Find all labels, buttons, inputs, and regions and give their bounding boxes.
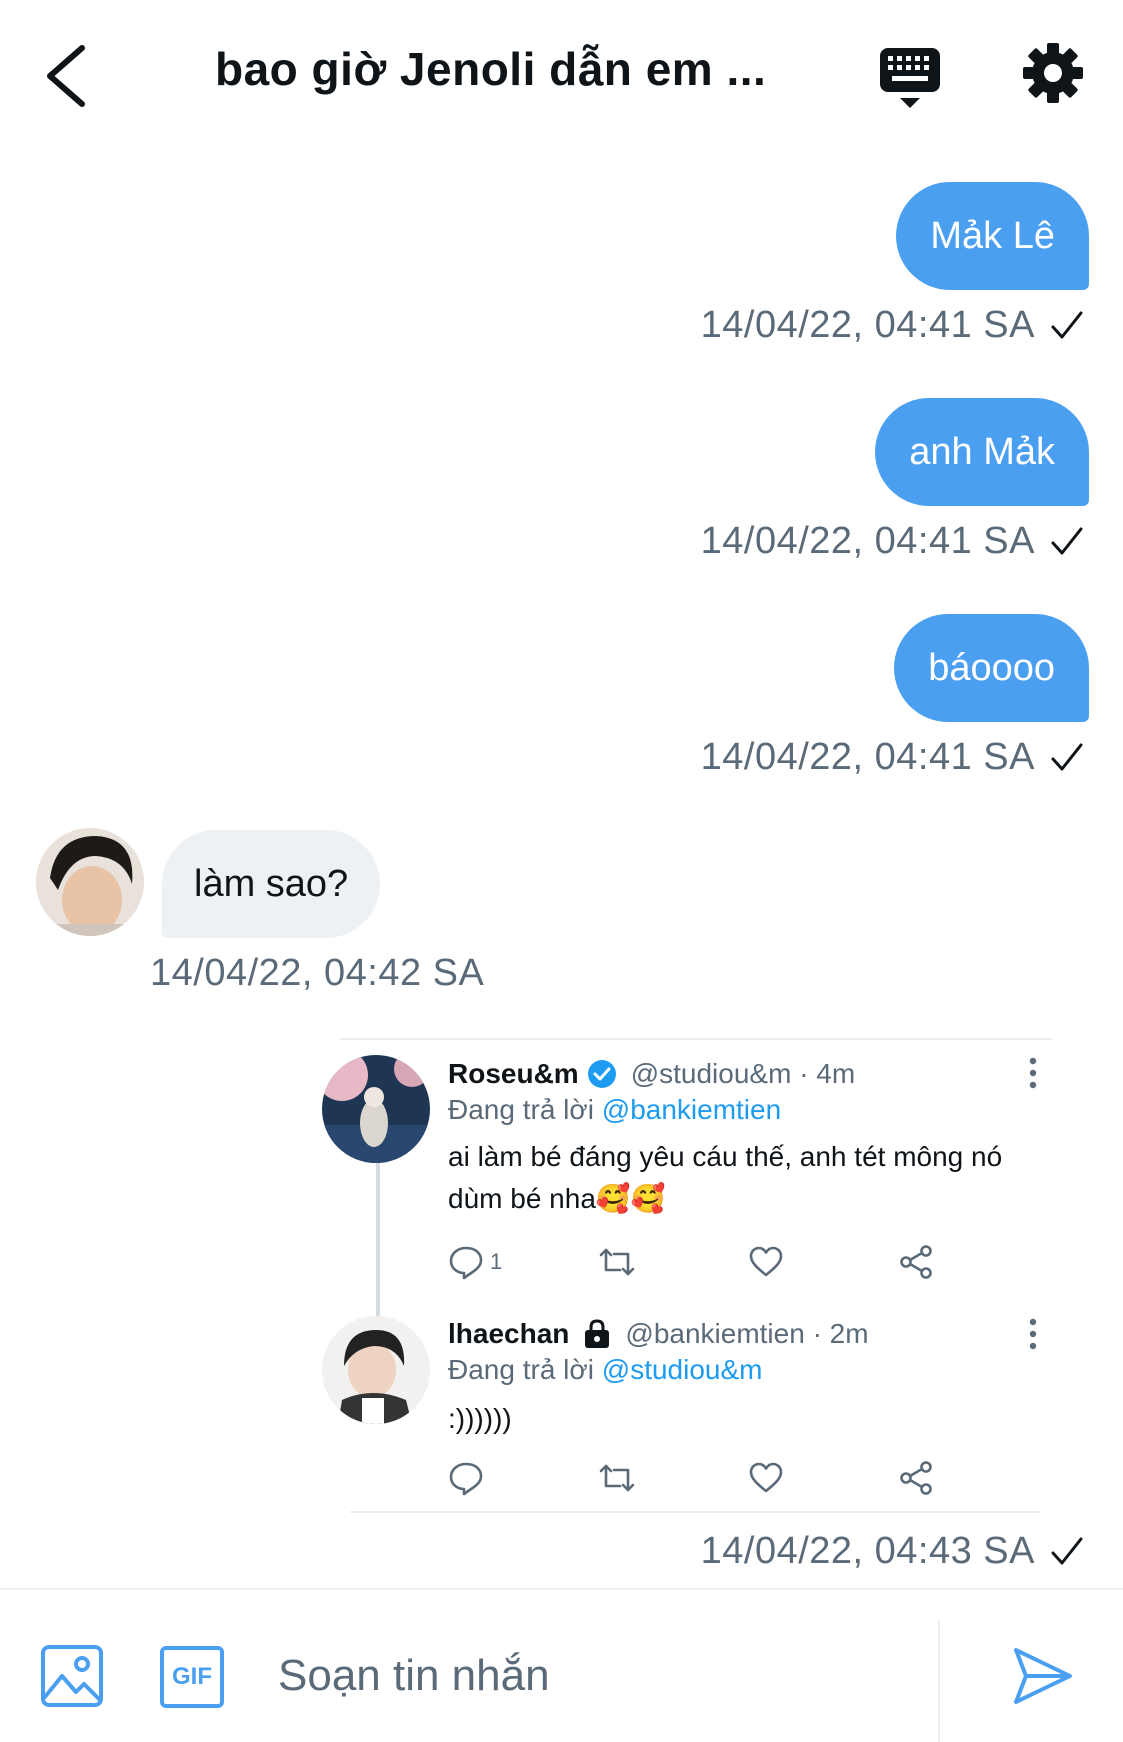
settings-button[interactable] bbox=[1022, 42, 1084, 104]
message-compose-input[interactable] bbox=[276, 1640, 900, 1712]
tweet-header: lhaechan @bankiemtien · 2m bbox=[448, 1318, 869, 1350]
keyboard-button[interactable] bbox=[878, 44, 942, 112]
more-options-icon[interactable] bbox=[1023, 1316, 1043, 1356]
tweet-card-border bbox=[350, 1511, 1040, 1513]
share-button[interactable] bbox=[898, 1460, 934, 1496]
retweet-button[interactable] bbox=[598, 1460, 636, 1496]
message-bubble[interactable]: anh Mảk bbox=[875, 398, 1089, 506]
message-timestamp: 14/04/22, 04:41 SA bbox=[700, 520, 1035, 562]
message-timestamp: 14/04/22, 04:42 SA bbox=[150, 952, 485, 994]
tweet-card-border bbox=[340, 1038, 1052, 1040]
tweet-header: Roseu&m @studiou&m · 4m bbox=[448, 1058, 855, 1090]
gif-label: GIF bbox=[172, 1663, 212, 1690]
tweet-text-line: dùm bé nha🥰🥰 bbox=[448, 1183, 666, 1214]
tweet-handle-time: @bankiemtien · 2m bbox=[625, 1318, 869, 1349]
gear-icon bbox=[1023, 43, 1083, 103]
share-icon bbox=[900, 1245, 932, 1279]
share-button[interactable] bbox=[898, 1244, 934, 1280]
message-bubble[interactable]: báoooo bbox=[894, 614, 1089, 722]
composer-border bbox=[0, 1588, 1123, 1590]
more-options-icon[interactable] bbox=[1023, 1055, 1043, 1095]
sent-check-icon bbox=[1051, 311, 1083, 339]
tweet-author-name[interactable]: Roseu&m bbox=[448, 1058, 579, 1090]
keyboard-icon bbox=[880, 48, 940, 108]
message-bubble[interactable]: Mảk Lê bbox=[896, 182, 1089, 290]
tweet-text: ai làm bé đáng yêu cáu thế, anh tét mông… bbox=[448, 1136, 1038, 1220]
tweet-actions bbox=[448, 1460, 948, 1500]
message-bubble[interactable]: làm sao? bbox=[162, 830, 381, 938]
share-icon bbox=[900, 1461, 932, 1495]
sender-avatar[interactable] bbox=[36, 828, 144, 936]
retweet-icon bbox=[599, 1248, 635, 1276]
image-icon bbox=[41, 1645, 103, 1707]
lock-icon bbox=[585, 1319, 610, 1348]
replying-to-line: Đang trả lời @studiou&m bbox=[448, 1354, 762, 1386]
tweet-text: :)))))) bbox=[448, 1398, 1038, 1440]
conversation-title: bao giờ Jenoli dẫn em ... bbox=[215, 43, 767, 95]
reply-button[interactable]: 1 bbox=[448, 1244, 502, 1280]
tweet-actions: 1 bbox=[448, 1244, 948, 1284]
avatar-image bbox=[36, 828, 144, 936]
reply-button[interactable] bbox=[448, 1460, 490, 1496]
message-timestamp: 14/04/22, 04:41 SA bbox=[700, 304, 1035, 346]
send-icon bbox=[1014, 1648, 1072, 1704]
message-timestamp: 14/04/22, 04:41 SA bbox=[700, 736, 1035, 778]
sent-check-icon bbox=[1051, 527, 1083, 555]
back-button[interactable] bbox=[40, 40, 100, 110]
image-button[interactable] bbox=[40, 1644, 104, 1708]
like-button[interactable] bbox=[748, 1460, 784, 1496]
reply-icon bbox=[449, 1462, 483, 1496]
message-timestamp: 14/04/22, 04:43 SA bbox=[700, 1530, 1035, 1572]
replying-to-prefix: Đang trả lời bbox=[448, 1354, 602, 1385]
sent-check-icon bbox=[1051, 1537, 1083, 1565]
reply-icon bbox=[449, 1246, 483, 1280]
retweet-icon bbox=[599, 1464, 635, 1492]
send-button[interactable] bbox=[1010, 1644, 1074, 1708]
sent-check-icon bbox=[1051, 743, 1083, 771]
heart-icon bbox=[749, 1246, 783, 1277]
tweet-text-line: :)))))) bbox=[448, 1403, 512, 1434]
gif-button[interactable]: GIF bbox=[160, 1646, 224, 1708]
replying-to-prefix: Đang trả lời bbox=[448, 1094, 602, 1125]
tweet-handle-time: @studiou&m · 4m bbox=[630, 1058, 856, 1089]
avatar-image bbox=[322, 1316, 430, 1424]
thread-connector bbox=[376, 1160, 380, 1320]
like-button[interactable] bbox=[748, 1244, 784, 1280]
avatar-image bbox=[322, 1055, 430, 1163]
chevron-left-icon bbox=[47, 45, 85, 107]
composer-divider bbox=[938, 1620, 940, 1742]
replying-to-line: Đang trả lời @bankiemtien bbox=[448, 1094, 781, 1126]
tweet-text-line: ai làm bé đáng yêu cáu thế, anh tét mông… bbox=[448, 1141, 1003, 1172]
replying-to-mention[interactable]: @bankiemtien bbox=[602, 1094, 781, 1125]
tweet-author-name[interactable]: lhaechan bbox=[448, 1318, 569, 1350]
heart-icon bbox=[749, 1462, 783, 1493]
reply-count: 1 bbox=[490, 1249, 503, 1274]
replying-to-mention[interactable]: @studiou&m bbox=[602, 1354, 763, 1385]
tweet-author-avatar[interactable] bbox=[322, 1316, 430, 1424]
verified-badge-icon bbox=[587, 1060, 616, 1088]
retweet-button[interactable] bbox=[598, 1244, 636, 1280]
tweet-author-avatar[interactable] bbox=[322, 1055, 430, 1163]
